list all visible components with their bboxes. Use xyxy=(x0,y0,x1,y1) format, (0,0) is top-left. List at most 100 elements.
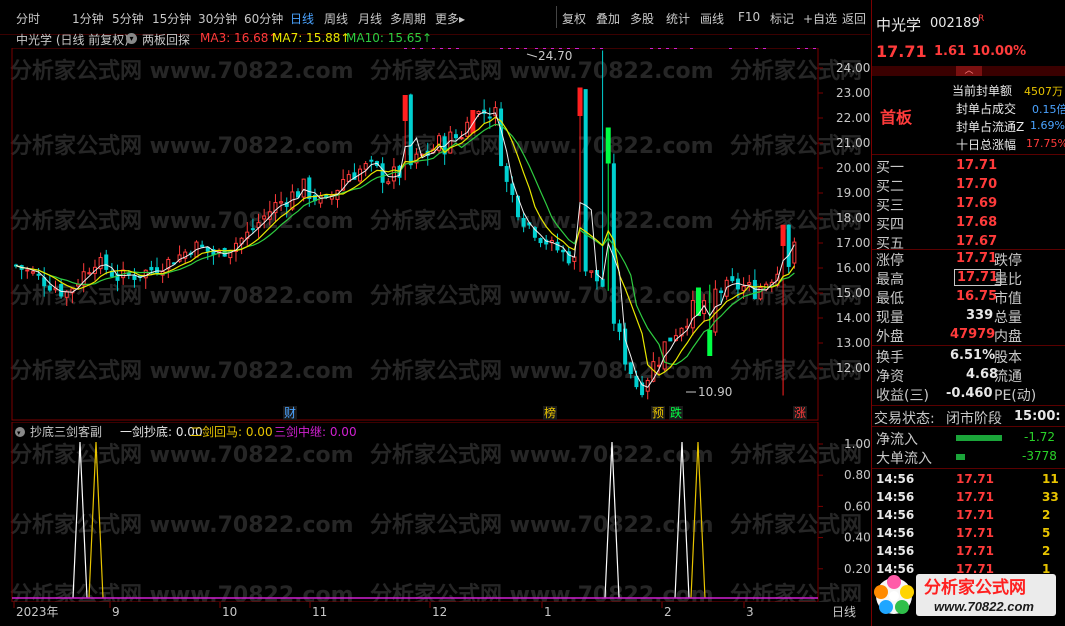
logo-brand: 分析家公式网 xyxy=(924,577,1026,597)
period-tab-multi[interactable]: 多周期 xyxy=(390,10,426,27)
mark-button[interactable]: 标记 xyxy=(770,10,794,27)
signal-dot xyxy=(508,48,511,49)
collapse-bar[interactable]: ︿ xyxy=(872,66,1065,76)
kline-chart[interactable]: 分析家公式网 www.70822.com 分析家公式网 www.70822.com… xyxy=(0,48,870,422)
event-tag[interactable]: 财 xyxy=(283,406,297,420)
period-tab-30min[interactable]: 30分钟 xyxy=(198,10,237,27)
order-book-row: 买一 17.71 xyxy=(872,157,1065,176)
candle xyxy=(577,87,583,272)
watermark-text: 分析家公式网 www.70822.com xyxy=(10,582,354,604)
statistics-button[interactable]: 统计 xyxy=(666,10,690,27)
order-book-label: 买三 xyxy=(876,198,904,214)
divider xyxy=(872,426,1065,427)
collapse-chevron-icon[interactable]: ︿ xyxy=(956,66,982,76)
signal-dot xyxy=(650,48,653,49)
low-label: 最低 xyxy=(876,291,904,307)
signal-dot xyxy=(797,48,800,49)
sub-axis-label: 0.40 xyxy=(844,531,870,545)
event-tag[interactable]: 榜 xyxy=(543,405,557,420)
svg-text:预: 预 xyxy=(652,406,664,420)
indicator-name[interactable]: 两板回探 xyxy=(142,31,190,48)
tick-row: 14:56 17.71 2 xyxy=(872,508,1065,526)
turnover-label: 换手 xyxy=(876,350,904,366)
period-tab-intraday[interactable]: 分时 xyxy=(16,10,40,27)
period-tab-daily[interactable]: 日线 xyxy=(290,10,314,27)
candle xyxy=(668,337,673,342)
multi-stock-button[interactable]: 多股 xyxy=(630,10,654,27)
add-watchlist-button[interactable]: +自选 xyxy=(803,10,837,27)
price-axis-label: 23.00 xyxy=(836,86,870,100)
tick-row: 14:56 17.71 11 xyxy=(872,472,1065,490)
divider xyxy=(872,154,1065,155)
candle xyxy=(487,107,492,129)
tick-row: 14:56 17.71 2 xyxy=(872,544,1065,562)
period-tab-weekly[interactable]: 周线 xyxy=(324,10,348,27)
order-book-label: 买二 xyxy=(876,179,904,195)
candle xyxy=(752,269,757,300)
event-tag[interactable]: 涨 xyxy=(793,405,807,420)
svg-text:财: 财 xyxy=(284,406,296,420)
time-axis-label: 11 xyxy=(312,605,327,619)
trade-status-time: 15:00: xyxy=(1014,409,1061,424)
signal-dot xyxy=(456,48,459,49)
ten-day-label: 十日总涨幅 xyxy=(956,138,1017,152)
price-axis-label: 19.00 xyxy=(836,186,870,200)
big-inflow-bar xyxy=(956,454,965,460)
signal-dot xyxy=(813,48,816,49)
period-tab-15min[interactable]: 15分钟 xyxy=(152,10,191,27)
overlay-button[interactable]: 叠加 xyxy=(596,10,620,27)
price-axis-label: 22.00 xyxy=(836,111,870,125)
limit-up-label: 涨停 xyxy=(876,253,904,269)
back-button[interactable]: 返回 xyxy=(842,10,866,27)
seal-amount: 4507万 xyxy=(1024,85,1063,98)
tick-time: 14:56 xyxy=(876,490,915,504)
candle xyxy=(465,116,470,138)
candle xyxy=(792,237,797,269)
adjust-button[interactable]: 复权 xyxy=(562,10,586,27)
draw-line-button[interactable]: 画线 xyxy=(700,10,724,27)
candle xyxy=(645,377,650,400)
period-tab-5min[interactable]: 5分钟 xyxy=(112,10,144,27)
turnover-value: 6.51% xyxy=(950,348,996,363)
tick-time: 14:56 xyxy=(876,472,915,486)
indicator-dropdown-icon[interactable]: ▾ xyxy=(126,33,137,44)
watermark-text: 分析家公式网 www.70822.com xyxy=(730,582,870,604)
candle xyxy=(346,170,351,183)
event-tag[interactable]: 预 xyxy=(651,406,665,420)
eps-value: -0.460 xyxy=(946,386,993,401)
tick-time: 14:56 xyxy=(876,526,915,540)
candle xyxy=(504,163,509,193)
low-value: 16.75 xyxy=(956,289,998,304)
signal-dot xyxy=(432,48,435,49)
sub-indicator-chart[interactable]: 分析家公式网 www.70822.com 分析家公式网 www.70822.com… xyxy=(0,422,870,604)
period-tab-60min[interactable]: 60分钟 xyxy=(244,10,283,27)
ma7-value: MA7: 15.88↑ xyxy=(272,31,351,45)
trade-status-label: 交易状态: xyxy=(874,411,935,427)
candle xyxy=(617,319,622,341)
tick-price: 17.71 xyxy=(956,472,994,486)
candle xyxy=(335,189,340,208)
price-axis-label: 17.00 xyxy=(836,236,870,250)
svg-text:跌: 跌 xyxy=(670,405,682,420)
candle xyxy=(329,191,334,205)
period-tab-1min[interactable]: 1分钟 xyxy=(72,10,104,27)
candle xyxy=(200,240,205,249)
order-book-price: 17.67 xyxy=(956,234,998,249)
order-book-label: 买四 xyxy=(876,217,904,233)
f10-button[interactable]: F10 xyxy=(738,10,760,24)
mcap-label: 市值 xyxy=(994,291,1022,307)
candle xyxy=(730,268,735,283)
price-axis-label: 24.00 xyxy=(836,61,870,75)
price-axis-label: 21.00 xyxy=(836,136,870,150)
watermark-text: 分析家公式网 www.70822.com xyxy=(370,283,714,309)
float-label: 流通 xyxy=(994,369,1022,385)
tick-row: 14:56 17.71 5 xyxy=(872,526,1065,544)
signal-dot xyxy=(600,48,603,49)
order-book-price: 17.70 xyxy=(956,177,998,192)
period-tab-monthly[interactable]: 月线 xyxy=(358,10,382,27)
candle xyxy=(318,191,323,208)
period-tab-more[interactable]: 更多▸ xyxy=(435,10,465,27)
watermark-layer: 分析家公式网 www.70822.com 分析家公式网 www.70822.com… xyxy=(10,58,870,384)
event-tag[interactable]: 跌 xyxy=(669,405,683,420)
tick-volume: 5 xyxy=(1042,526,1051,540)
